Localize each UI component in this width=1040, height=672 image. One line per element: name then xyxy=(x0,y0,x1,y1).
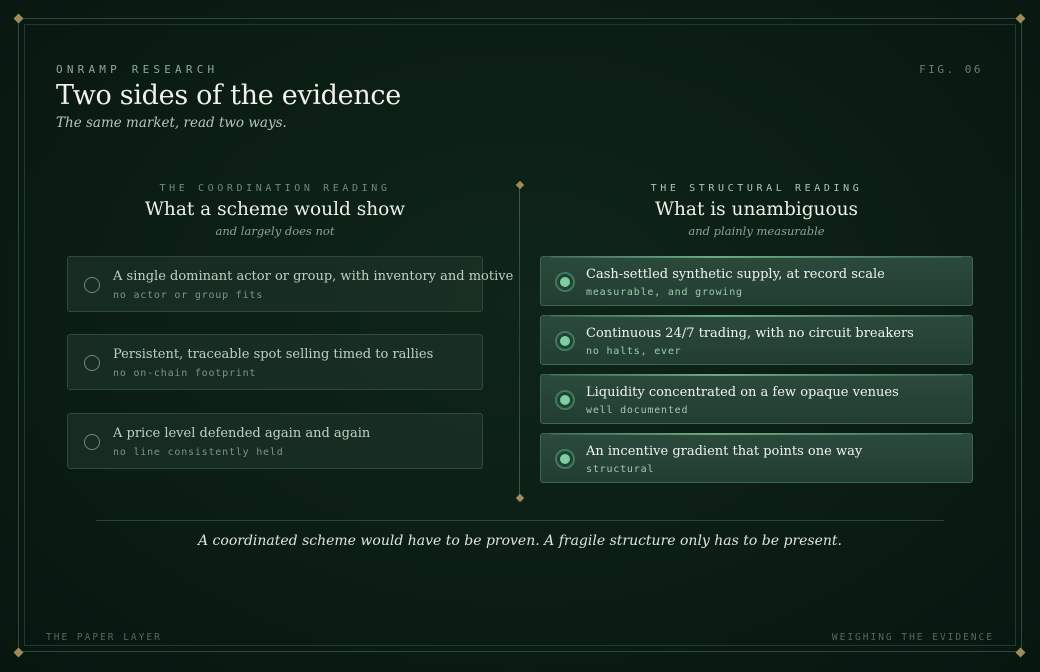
right-column-kicker: THE STRUCTURAL READING xyxy=(650,183,863,194)
filled-circle-icon xyxy=(555,449,575,469)
left-column-kicker: THE COORDINATION READING xyxy=(159,183,391,194)
coordination-item-text: A price level defended again and again xyxy=(113,426,371,441)
coordination-item-note: no actor or group fits xyxy=(113,290,264,301)
filled-circle-icon xyxy=(555,272,575,292)
right-column-subheading: and plainly measurable xyxy=(688,224,825,238)
page-title: Two sides of the evidence xyxy=(56,80,401,111)
structural-item-text: An incentive gradient that points one wa… xyxy=(586,444,863,459)
corner-diamond-icon xyxy=(1015,647,1026,658)
coordination-item-text: Persistent, traceable spot selling timed… xyxy=(113,347,434,362)
coordination-item: A price level defended again and again n… xyxy=(67,413,483,469)
right-column-header: THE STRUCTURAL READING What is unambiguo… xyxy=(540,183,973,238)
eyebrow-label: ONRAMP RESEARCH xyxy=(56,63,219,76)
empty-circle-icon xyxy=(84,434,100,450)
coordination-item-note: no line consistently held xyxy=(113,447,284,458)
filled-circle-icon xyxy=(555,331,575,351)
empty-circle-icon xyxy=(84,277,100,293)
left-column-header: THE COORDINATION READING What a scheme w… xyxy=(66,183,484,238)
column-divider xyxy=(519,188,520,498)
structural-item-text: Continuous 24/7 trading, with no circuit… xyxy=(586,326,914,341)
coordination-item-text: A single dominant actor or group, with i… xyxy=(113,269,514,284)
footer-right-label: WEIGHING THE EVIDENCE xyxy=(831,632,994,643)
coordination-item: Persistent, traceable spot selling timed… xyxy=(67,334,483,390)
coordination-item: A single dominant actor or group, with i… xyxy=(67,256,513,312)
footer-left-label: THE PAPER LAYER xyxy=(46,632,162,643)
structural-item-note: structural xyxy=(586,464,655,475)
coordination-item-note: no on-chain footprint xyxy=(113,368,257,379)
conclusion-divider xyxy=(96,520,944,521)
right-column-heading: What is unambiguous xyxy=(654,199,859,220)
structural-item-note: no halts, ever xyxy=(586,346,682,357)
page-subtitle: The same market, read two ways. xyxy=(56,115,287,131)
structural-item: An incentive gradient that points one wa… xyxy=(540,433,973,483)
filled-circle-icon xyxy=(555,390,575,410)
figure-label: FIG. 06 xyxy=(919,63,983,76)
structural-item-note: well documented xyxy=(586,405,689,416)
conclusion-quote: A coordinated scheme would have to be pr… xyxy=(198,533,842,549)
structural-item-text: Liquidity concentrated on a few opaque v… xyxy=(586,385,899,400)
structural-item: Cash-settled synthetic supply, at record… xyxy=(540,256,973,306)
left-column-heading: What a scheme would show xyxy=(144,199,406,220)
empty-circle-icon xyxy=(84,355,100,371)
left-column-subheading: and largely does not xyxy=(215,224,335,238)
structural-item-note: measurable, and growing xyxy=(586,287,743,298)
structural-item-text: Cash-settled synthetic supply, at record… xyxy=(586,267,885,282)
structural-item: Continuous 24/7 trading, with no circuit… xyxy=(540,315,973,365)
structural-item: Liquidity concentrated on a few opaque v… xyxy=(540,374,973,424)
